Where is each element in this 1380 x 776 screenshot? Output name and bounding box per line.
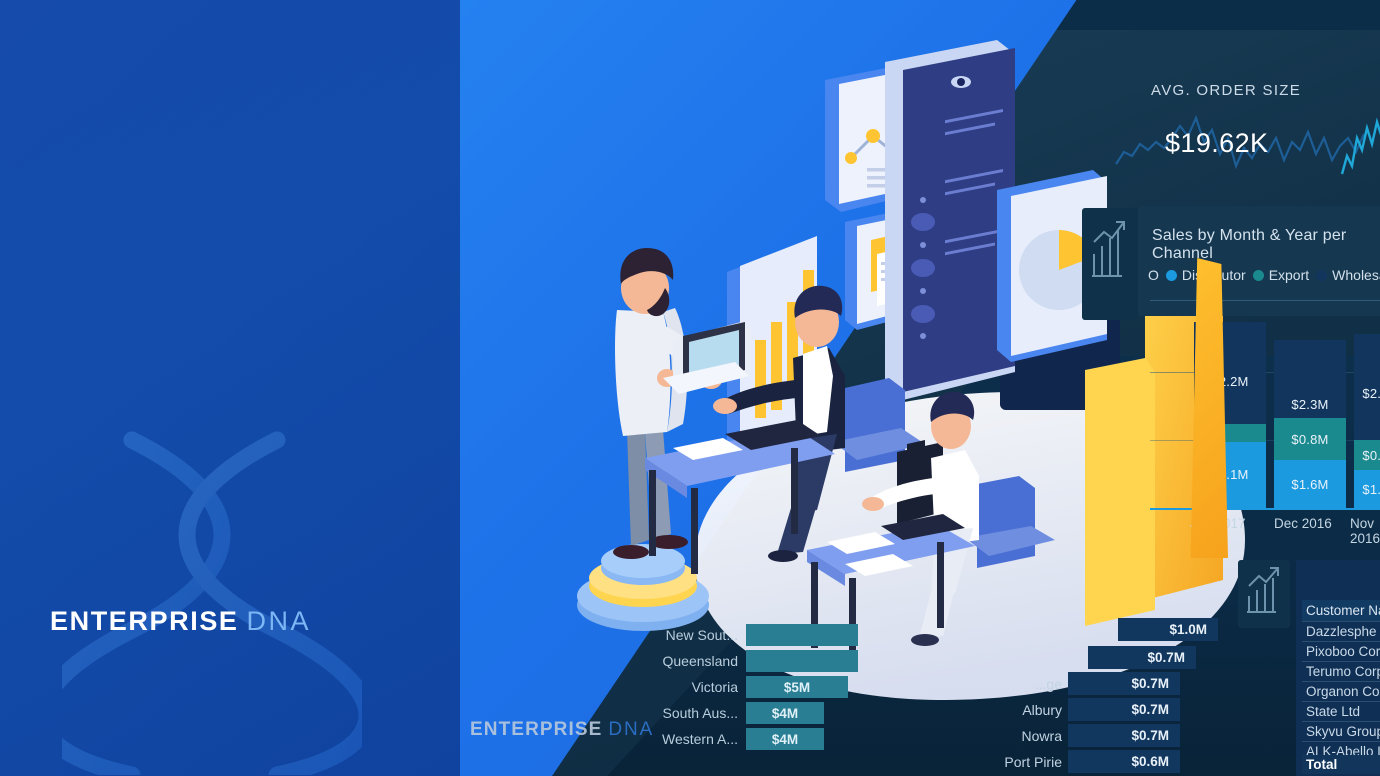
bar-segment-distributor-dec2016[interactable]: $1.6M (1274, 460, 1346, 508)
legend-label-export: Export (1268, 267, 1310, 283)
city-row-3[interactable]: ...ge $0.7M (1000, 672, 1190, 695)
bar-label-distributor-nov2016: $1.4M (1362, 481, 1380, 497)
table-row[interactable]: State Ltd (1302, 701, 1380, 721)
legend-dot-wholesale (1316, 269, 1328, 281)
bar-chart-arrow-icon-tile[interactable] (1082, 208, 1138, 320)
logo-text-enterprise: ENTERPRISE (50, 606, 239, 636)
bar-segment-wholesale-jan2017[interactable]: $2.2M (1194, 322, 1266, 440)
city-bar: $0.7M (1088, 646, 1196, 669)
screenshot-stage: AVG. ORDER SIZE $19.62K Sales by Month &… (0, 0, 1380, 776)
state-label: Western A... (662, 731, 738, 747)
state-bar: $5M (746, 676, 848, 698)
axis-label-dec2016: Dec 2016 (1274, 516, 1332, 531)
axis-label-jan2017: Jan 2017 (1190, 516, 1246, 531)
watermark-text-enterprise: ENTERPRISE (470, 719, 603, 740)
legend-item-wholesale[interactable]: Wholesale (1316, 267, 1380, 283)
chart-gridline (1150, 300, 1380, 301)
chart-axis-line (1150, 508, 1380, 510)
bar-segment-distributor-jan2017[interactable]: $1.1M (1194, 440, 1266, 508)
enterprise-dna-watermark: ENTERPRISE DNA (470, 720, 654, 739)
bar-segment-export-dec2016[interactable]: $0.8M (1274, 418, 1346, 460)
state-row-south-australia[interactable]: South Aus... $4M (660, 702, 860, 724)
city-row-1[interactable]: $1.0M (1050, 618, 1220, 641)
city-label: Albury (1022, 701, 1062, 718)
bar-chart-arrow-icon (1092, 221, 1125, 277)
city-row-nowra[interactable]: Nowra $0.7M (996, 724, 1190, 747)
city-label: Nowra (1021, 727, 1062, 744)
kpi-sparkline-right (1340, 117, 1380, 175)
table-row[interactable]: Terumo Corp (1302, 661, 1380, 681)
city-bar: $0.7M (1068, 672, 1180, 695)
kpi-value: $19.62K (1165, 128, 1269, 158)
table-row[interactable]: Organon Con (1302, 681, 1380, 701)
state-bar: $4M (746, 702, 824, 724)
kpi-title: AVG. ORDER SIZE (1151, 82, 1302, 99)
table-row[interactable]: Pixoboo Corp (1302, 641, 1380, 661)
axis-label-nov2016: Nov 2016 (1350, 516, 1380, 546)
enterprise-dna-logo: ENTERPRISE DNA (50, 608, 311, 635)
table-row[interactable]: Dazzlesphe C (1302, 621, 1380, 641)
legend-label-wholesale: Wholesale (1332, 267, 1380, 283)
state-label: New Sout... (665, 627, 738, 643)
table-row[interactable]: Skyvu Group (1302, 721, 1380, 741)
customer-table-header: Customer Na (1302, 600, 1380, 621)
legend-item-distributor[interactable]: Distributor (1165, 267, 1246, 283)
legend-label-distributor: Distributor (1181, 267, 1246, 283)
table-row[interactable]: ALK-Abello L (1302, 741, 1380, 755)
legend-clipped-label: O (1148, 267, 1159, 283)
city-row-albury[interactable]: Albury $0.7M (996, 698, 1190, 721)
customer-table: Customer Na Dazzlesphe C Pixoboo Corp Te… (1302, 600, 1380, 774)
bar-label-wholesale-dec2016: $2.3M (1291, 396, 1329, 412)
state-bar: $4M (746, 728, 824, 750)
bar-label-wholesale-nov2016: $2.6M (1362, 385, 1380, 401)
customer-table-total-row: Total (1302, 755, 1380, 774)
state-label: Queensland (662, 653, 738, 669)
city-row-2[interactable]: $0.7M (1020, 646, 1200, 669)
sales-legend: O Distributor Export Wholesale (1148, 267, 1380, 283)
state-row-victoria[interactable]: Victoria $5M (660, 676, 860, 698)
bar-segment-distributor-nov2016[interactable]: $1.4M (1354, 470, 1380, 508)
state-row-new-south-wales[interactable]: New Sout... (660, 624, 860, 646)
watermark-text-dna: DNA (608, 719, 654, 740)
state-bar (746, 650, 858, 672)
city-bar: $1.0M (1118, 618, 1218, 641)
bar-segment-export-jan2017[interactable] (1194, 424, 1266, 442)
state-row-queensland[interactable]: Queensland (660, 650, 860, 672)
city-label: ...ge (1034, 675, 1062, 692)
legend-item-export[interactable]: Export (1252, 267, 1310, 283)
customer-chart-icon-tile[interactable] (1238, 560, 1290, 628)
city-bar: $0.6M (1068, 750, 1180, 773)
legend-dot-export (1252, 269, 1264, 281)
state-label: Victoria (691, 679, 738, 695)
bar-chart-arrow-icon (1247, 567, 1279, 613)
bar-segment-export-nov2016[interactable]: $0.7M (1354, 440, 1380, 470)
legend-dot-distributor (1165, 269, 1177, 281)
logo-text-dna: DNA (246, 606, 312, 636)
bar-label-export-nov2016: $0.7M (1362, 447, 1380, 463)
dna-helix-watermark (62, 431, 362, 775)
city-bar: $0.7M (1068, 724, 1180, 747)
city-row-port-pirie[interactable]: Port Pirie $0.6M (992, 750, 1190, 773)
state-bar (746, 624, 858, 646)
sales-panel-title: Sales by Month & Year per Channel (1152, 227, 1347, 262)
city-bar: $0.7M (1068, 698, 1180, 721)
state-label: South Aus... (662, 705, 739, 721)
bar-segment-wholesale-nov2016[interactable]: $2.6M (1354, 334, 1380, 452)
state-row-western-australia[interactable]: Western A... $4M (660, 728, 860, 750)
city-label: Port Pirie (1004, 753, 1062, 770)
